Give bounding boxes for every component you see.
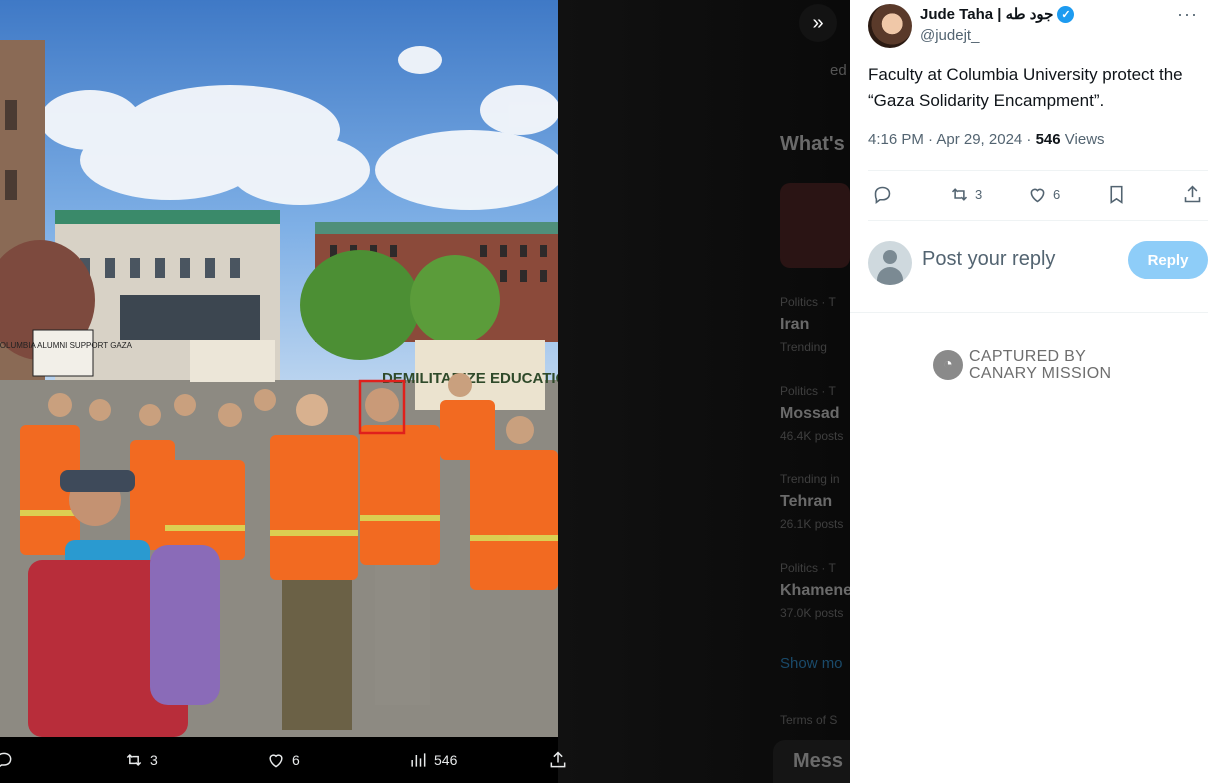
viewer-reply-button[interactable]	[0, 750, 14, 770]
reply-submit-button[interactable]: Reply	[1128, 241, 1208, 279]
bg-trend-meta: 37.0K posts	[780, 606, 844, 620]
share-icon	[1184, 185, 1201, 203]
divider	[868, 170, 1208, 171]
bg-trend-meta: 26.1K posts	[780, 517, 844, 531]
divider	[850, 312, 1208, 313]
viewer-like-button[interactable]: 6	[266, 750, 300, 770]
tweet-text: Faculty at Columbia University protect t…	[868, 65, 1183, 110]
bookmark-icon	[1110, 185, 1123, 204]
bg-trend-name: Tehran	[780, 493, 833, 510]
tweet-views-label: Views	[1060, 131, 1105, 148]
divider	[868, 220, 1208, 221]
watermark-line-1: CAPTURED BY	[969, 348, 1087, 365]
tweet-meta: 4:16 PM · Apr 29, 2024 · 546 Views	[868, 131, 1105, 148]
tweet-photo[interactable]: COLUMBIA ALUMNI SUPPORT GAZA DEMILITARIZ…	[0, 0, 558, 737]
bg-trend-category: Politics · T	[780, 295, 836, 309]
share-button[interactable]	[1182, 184, 1203, 205]
bg-messages: Mess	[793, 750, 844, 772]
bookmark-button[interactable]	[1106, 184, 1127, 205]
bg-trend-name: Mossad	[780, 405, 840, 422]
tweet-timestamp[interactable]: 4:16 PM · Apr 29, 2024 ·	[868, 131, 1036, 148]
heart-icon	[269, 754, 283, 768]
reply-input[interactable]: Post your reply	[922, 248, 1055, 271]
bg-trend-name: Khamene	[780, 582, 850, 599]
verified-badge-icon: ✓	[1057, 5, 1075, 23]
bg-whats-happening: What's	[780, 133, 845, 155]
viewer-views-button[interactable]: 546	[408, 750, 457, 770]
like-button[interactable]: 6	[1027, 184, 1060, 205]
viewer-retweet-count: 3	[150, 752, 158, 768]
retweet-button[interactable]: 3	[949, 184, 982, 205]
tweet-detail-panel: Jude Taha | جود طه ✓ @judejt_ ··· Facult…	[850, 0, 1208, 783]
media-viewer: COLUMBIA ALUMNI SUPPORT GAZA DEMILITARIZ…	[0, 0, 850, 783]
like-count: 6	[1053, 187, 1061, 202]
watermark: ◔ CAPTURED BY CANARY MISSION	[933, 348, 1111, 382]
sign-alumni: COLUMBIA ALUMNI SUPPORT GAZA	[0, 341, 133, 350]
bg-terms: Terms of S	[780, 713, 838, 727]
author-name-row[interactable]: Jude Taha | جود طه ✓	[920, 5, 1075, 23]
retweet-icon	[126, 753, 142, 767]
bg-trend-category: Politics · T	[780, 561, 836, 575]
reply-icon	[874, 186, 891, 204]
more-options-icon[interactable]: ···	[1177, 4, 1198, 25]
author-name: Jude Taha | جود طه	[920, 6, 1054, 23]
bg-trend-image	[780, 183, 850, 268]
viewer-action-bar: 3 6 546	[0, 737, 566, 783]
bg-trend-category: Trending in	[780, 472, 840, 486]
bg-trend-meta: 46.4K posts	[780, 429, 844, 443]
viewer-share-button[interactable]	[548, 750, 568, 770]
bg-trend-meta: Trending	[780, 340, 827, 354]
share-icon	[550, 751, 566, 768]
double-chevron-right-icon: »	[812, 11, 824, 34]
viewer-like-count: 6	[292, 752, 300, 768]
viewer-retweet-button[interactable]: 3	[124, 750, 158, 770]
retweet-count: 3	[975, 187, 983, 202]
collapse-panel-button[interactable]: »	[799, 4, 837, 42]
canary-logo-icon: ◔	[933, 350, 963, 380]
heart-icon	[1030, 188, 1045, 203]
dimmed-background-page: ed What's Politics · T Iran Trending Pol…	[558, 0, 850, 783]
bg-search-fragment: ed	[830, 62, 847, 79]
bar-chart-icon	[411, 753, 426, 767]
bg-trend-name: Iran	[780, 316, 810, 333]
reply-icon	[0, 752, 12, 768]
reply-button[interactable]	[872, 184, 893, 205]
author-handle[interactable]: @judejt_	[920, 27, 979, 44]
photo-canvas: COLUMBIA ALUMNI SUPPORT GAZA DEMILITARIZ…	[0, 0, 558, 737]
author-avatar[interactable]	[868, 4, 912, 48]
bg-trend-category: Politics · T	[780, 384, 836, 398]
current-user-avatar	[868, 241, 912, 285]
retweet-icon	[951, 188, 968, 201]
viewer-views-count: 546	[434, 752, 458, 768]
watermark-line-2: CANARY MISSION	[969, 365, 1112, 382]
bg-show-more: Show mo	[780, 655, 843, 672]
tweet-views-count: 546	[1035, 131, 1061, 148]
